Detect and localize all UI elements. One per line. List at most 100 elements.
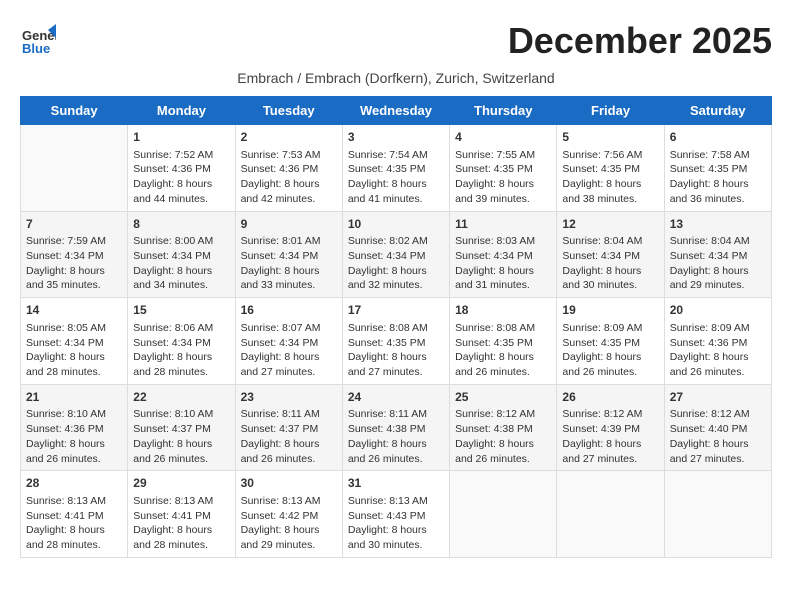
sunrise-text: Sunrise: 8:13 AM: [26, 494, 122, 509]
sunset-text: Sunset: 4:35 PM: [348, 162, 444, 177]
sunrise-text: Sunrise: 8:02 AM: [348, 234, 444, 249]
day-number: 24: [348, 389, 444, 406]
day-header-monday: Monday: [128, 97, 235, 125]
sunrise-text: Sunrise: 8:04 AM: [670, 234, 766, 249]
day-number: 9: [241, 216, 337, 233]
calendar-cell: 12Sunrise: 8:04 AMSunset: 4:34 PMDayligh…: [557, 211, 664, 298]
calendar-cell: 19Sunrise: 8:09 AMSunset: 4:35 PMDayligh…: [557, 298, 664, 385]
calendar-cell: 31Sunrise: 8:13 AMSunset: 4:43 PMDayligh…: [342, 471, 449, 558]
day-number: 27: [670, 389, 766, 406]
daylight-text: Daylight: 8 hours and 44 minutes.: [133, 177, 229, 206]
day-number: 22: [133, 389, 229, 406]
sunrise-text: Sunrise: 8:13 AM: [133, 494, 229, 509]
calendar-week-row: 1Sunrise: 7:52 AMSunset: 4:36 PMDaylight…: [21, 125, 772, 212]
day-header-wednesday: Wednesday: [342, 97, 449, 125]
daylight-text: Daylight: 8 hours and 39 minutes.: [455, 177, 551, 206]
calendar-cell: 15Sunrise: 8:06 AMSunset: 4:34 PMDayligh…: [128, 298, 235, 385]
day-number: 6: [670, 129, 766, 146]
day-number: 12: [562, 216, 658, 233]
daylight-text: Daylight: 8 hours and 29 minutes.: [241, 523, 337, 552]
calendar-cell: [557, 471, 664, 558]
sunrise-text: Sunrise: 8:01 AM: [241, 234, 337, 249]
day-header-thursday: Thursday: [450, 97, 557, 125]
sunrise-text: Sunrise: 8:00 AM: [133, 234, 229, 249]
calendar-week-row: 28Sunrise: 8:13 AMSunset: 4:41 PMDayligh…: [21, 471, 772, 558]
calendar-cell: 28Sunrise: 8:13 AMSunset: 4:41 PMDayligh…: [21, 471, 128, 558]
calendar-cell: 30Sunrise: 8:13 AMSunset: 4:42 PMDayligh…: [235, 471, 342, 558]
sunrise-text: Sunrise: 8:10 AM: [26, 407, 122, 422]
sunset-text: Sunset: 4:34 PM: [133, 336, 229, 351]
day-number: 4: [455, 129, 551, 146]
daylight-text: Daylight: 8 hours and 33 minutes.: [241, 264, 337, 293]
day-number: 8: [133, 216, 229, 233]
sunrise-text: Sunrise: 7:52 AM: [133, 148, 229, 163]
calendar-cell: 8Sunrise: 8:00 AMSunset: 4:34 PMDaylight…: [128, 211, 235, 298]
sunrise-text: Sunrise: 7:58 AM: [670, 148, 766, 163]
calendar-cell: 10Sunrise: 8:02 AMSunset: 4:34 PMDayligh…: [342, 211, 449, 298]
calendar-cell: 26Sunrise: 8:12 AMSunset: 4:39 PMDayligh…: [557, 384, 664, 471]
sunrise-text: Sunrise: 8:09 AM: [670, 321, 766, 336]
daylight-text: Daylight: 8 hours and 36 minutes.: [670, 177, 766, 206]
daylight-text: Daylight: 8 hours and 27 minutes.: [670, 437, 766, 466]
sunset-text: Sunset: 4:43 PM: [348, 509, 444, 524]
calendar-cell: 27Sunrise: 8:12 AMSunset: 4:40 PMDayligh…: [664, 384, 771, 471]
day-number: 23: [241, 389, 337, 406]
day-number: 20: [670, 302, 766, 319]
logo: General Blue: [20, 20, 60, 56]
calendar-cell: 14Sunrise: 8:05 AMSunset: 4:34 PMDayligh…: [21, 298, 128, 385]
day-header-saturday: Saturday: [664, 97, 771, 125]
sunset-text: Sunset: 4:41 PM: [133, 509, 229, 524]
calendar-week-row: 7Sunrise: 7:59 AMSunset: 4:34 PMDaylight…: [21, 211, 772, 298]
daylight-text: Daylight: 8 hours and 30 minutes.: [562, 264, 658, 293]
sunset-text: Sunset: 4:41 PM: [26, 509, 122, 524]
calendar-week-row: 21Sunrise: 8:10 AMSunset: 4:36 PMDayligh…: [21, 384, 772, 471]
daylight-text: Daylight: 8 hours and 28 minutes.: [26, 350, 122, 379]
day-header-friday: Friday: [557, 97, 664, 125]
logo-icon: General Blue: [20, 20, 56, 56]
day-number: 10: [348, 216, 444, 233]
daylight-text: Daylight: 8 hours and 26 minutes.: [133, 437, 229, 466]
sunset-text: Sunset: 4:34 PM: [241, 249, 337, 264]
day-number: 25: [455, 389, 551, 406]
day-number: 31: [348, 475, 444, 492]
daylight-text: Daylight: 8 hours and 27 minutes.: [348, 350, 444, 379]
svg-text:Blue: Blue: [22, 41, 50, 56]
daylight-text: Daylight: 8 hours and 32 minutes.: [348, 264, 444, 293]
sunset-text: Sunset: 4:34 PM: [670, 249, 766, 264]
day-number: 2: [241, 129, 337, 146]
daylight-text: Daylight: 8 hours and 31 minutes.: [455, 264, 551, 293]
calendar-table: SundayMondayTuesdayWednesdayThursdayFrid…: [20, 96, 772, 558]
sunset-text: Sunset: 4:35 PM: [455, 162, 551, 177]
daylight-text: Daylight: 8 hours and 26 minutes.: [455, 350, 551, 379]
calendar-cell: 9Sunrise: 8:01 AMSunset: 4:34 PMDaylight…: [235, 211, 342, 298]
sunset-text: Sunset: 4:34 PM: [562, 249, 658, 264]
sunset-text: Sunset: 4:34 PM: [455, 249, 551, 264]
sunset-text: Sunset: 4:40 PM: [670, 422, 766, 437]
sunset-text: Sunset: 4:36 PM: [670, 336, 766, 351]
sunrise-text: Sunrise: 7:54 AM: [348, 148, 444, 163]
calendar-cell: 17Sunrise: 8:08 AMSunset: 4:35 PMDayligh…: [342, 298, 449, 385]
daylight-text: Daylight: 8 hours and 27 minutes.: [562, 437, 658, 466]
sunset-text: Sunset: 4:34 PM: [133, 249, 229, 264]
day-number: 13: [670, 216, 766, 233]
daylight-text: Daylight: 8 hours and 34 minutes.: [133, 264, 229, 293]
sunset-text: Sunset: 4:35 PM: [562, 162, 658, 177]
calendar-cell: 7Sunrise: 7:59 AMSunset: 4:34 PMDaylight…: [21, 211, 128, 298]
day-header-tuesday: Tuesday: [235, 97, 342, 125]
sunrise-text: Sunrise: 8:12 AM: [670, 407, 766, 422]
calendar-cell: 2Sunrise: 7:53 AMSunset: 4:36 PMDaylight…: [235, 125, 342, 212]
daylight-text: Daylight: 8 hours and 26 minutes.: [562, 350, 658, 379]
calendar-cell: 24Sunrise: 8:11 AMSunset: 4:38 PMDayligh…: [342, 384, 449, 471]
calendar-cell: 22Sunrise: 8:10 AMSunset: 4:37 PMDayligh…: [128, 384, 235, 471]
day-number: 7: [26, 216, 122, 233]
calendar-cell: [450, 471, 557, 558]
daylight-text: Daylight: 8 hours and 28 minutes.: [26, 523, 122, 552]
calendar-cell: 4Sunrise: 7:55 AMSunset: 4:35 PMDaylight…: [450, 125, 557, 212]
calendar-cell: 18Sunrise: 8:08 AMSunset: 4:35 PMDayligh…: [450, 298, 557, 385]
daylight-text: Daylight: 8 hours and 26 minutes.: [26, 437, 122, 466]
day-number: 21: [26, 389, 122, 406]
daylight-text: Daylight: 8 hours and 38 minutes.: [562, 177, 658, 206]
daylight-text: Daylight: 8 hours and 29 minutes.: [670, 264, 766, 293]
sunrise-text: Sunrise: 8:03 AM: [455, 234, 551, 249]
sunset-text: Sunset: 4:34 PM: [26, 336, 122, 351]
